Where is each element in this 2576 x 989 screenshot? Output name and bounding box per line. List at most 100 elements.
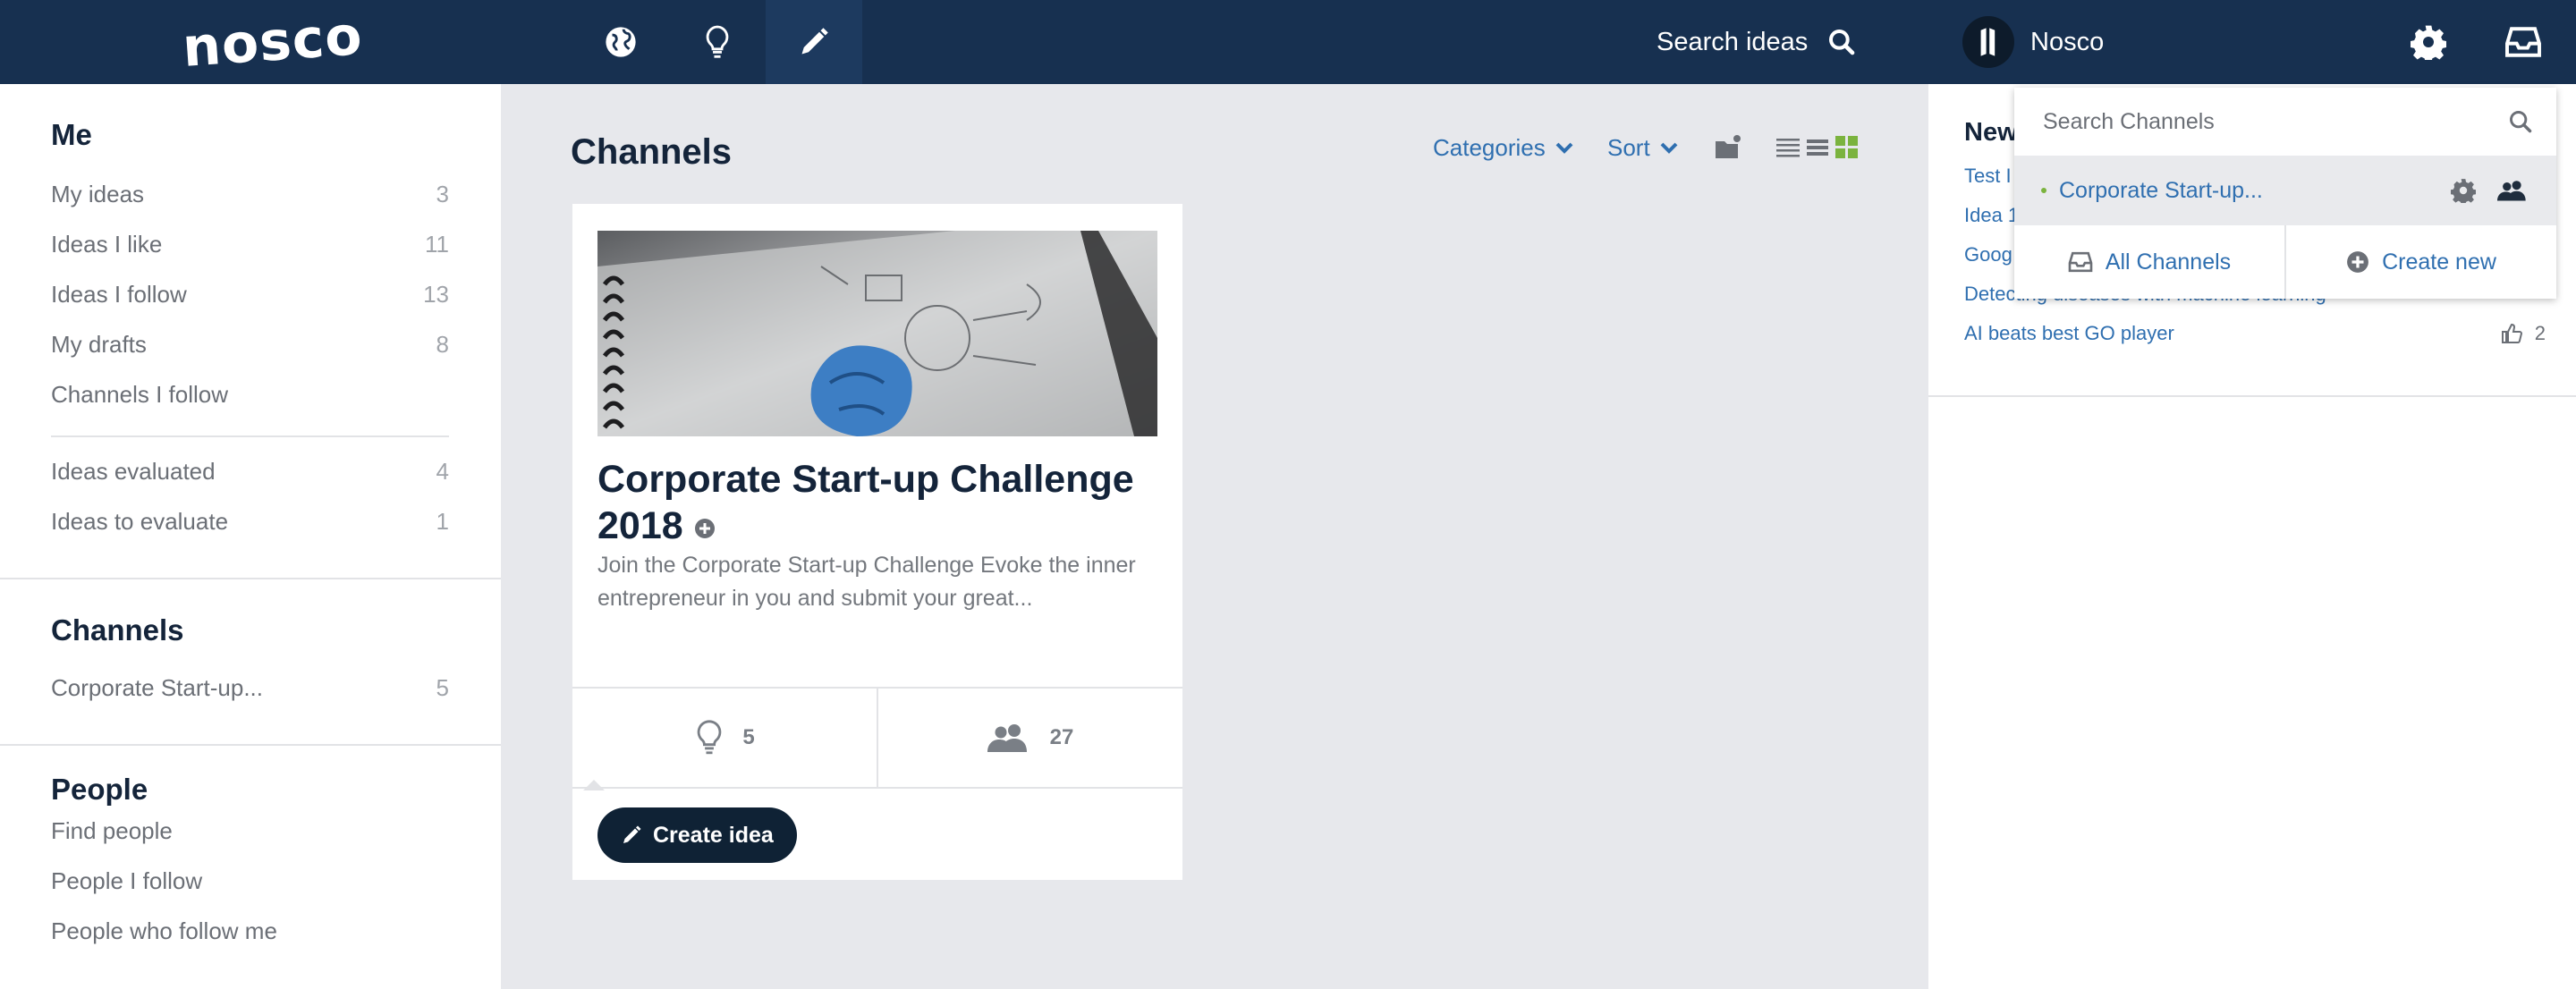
people-icon xyxy=(987,724,1027,752)
create-new-channel-button[interactable]: Create new xyxy=(2284,225,2556,299)
sidebar-item-label: My ideas xyxy=(51,181,145,207)
sort-dropdown[interactable]: Sort xyxy=(1607,132,1679,163)
sidebar-item-label: My drafts xyxy=(51,331,147,358)
sidebar-item-ideas-i-like[interactable]: Ideas I like 11 xyxy=(51,231,449,258)
sidebar-item-label: Ideas evaluated xyxy=(51,458,216,485)
sidebar-item-people-i-follow[interactable]: People I follow xyxy=(51,867,449,895)
left-sidebar: Me My ideas 3 Ideas I like 11 Ideas I fo… xyxy=(0,84,501,989)
likes-count: 2 xyxy=(2534,322,2546,344)
channels-inbox-button[interactable] xyxy=(2492,0,2555,84)
sidebar-item-people-who-follow-me[interactable]: People who follow me xyxy=(51,917,449,945)
sidebar-item-ideas-i-follow[interactable]: Ideas I follow 13 xyxy=(51,281,449,309)
channel-title[interactable]: Corporate Start-up Challenge 2018 xyxy=(597,456,1157,549)
categories-label: Categories xyxy=(1433,133,1546,161)
channel-cover-image[interactable] xyxy=(597,231,1157,436)
grid-view-icon xyxy=(1835,136,1858,158)
compact-list-icon xyxy=(1807,139,1828,156)
chevron-down-icon xyxy=(1555,142,1573,154)
nosco-logo[interactable]: nosco xyxy=(181,4,365,80)
sidebar-item-my-drafts[interactable]: My drafts 8 xyxy=(51,331,449,359)
search-icon xyxy=(1829,30,1855,55)
news-item-label: AI beats best GO player xyxy=(1964,322,2174,344)
plus-circle-icon xyxy=(2347,251,2368,273)
channel-description: Join the Corporate Start-up Challenge Ev… xyxy=(597,553,1136,611)
lightbulb-icon xyxy=(697,720,722,755)
channel-card[interactable]: Corporate Start-up Challenge 2018 Join t… xyxy=(572,204,1182,880)
sort-label: Sort xyxy=(1607,133,1650,161)
globe-icon xyxy=(606,27,636,57)
settings-button[interactable] xyxy=(2397,0,2460,84)
create-idea-button[interactable]: Create idea xyxy=(597,807,797,863)
gear-icon xyxy=(2411,25,2446,60)
sidebar-item-count: 5 xyxy=(436,674,449,701)
compact-list-view-button[interactable] xyxy=(1807,132,1828,163)
active-bullet xyxy=(2041,188,2046,193)
stat-pointer xyxy=(583,780,605,790)
sidebar-item-label: Corporate Start-up... xyxy=(51,674,263,701)
plus-circle-icon[interactable] xyxy=(694,518,716,539)
sidebar-item-label: Ideas I follow xyxy=(51,281,187,308)
explore-nav-button[interactable] xyxy=(572,0,669,84)
news-item-label: Goog xyxy=(1964,243,2012,266)
categories-dropdown[interactable]: Categories xyxy=(1433,132,1574,163)
sidebar-item-label: Find people xyxy=(51,817,173,844)
news-item-label: Test I xyxy=(1964,165,2012,187)
top-navigation-bar: nosco Search ideas Nosco xyxy=(0,0,2576,84)
search-channels-field[interactable]: Search Channels xyxy=(2014,88,2556,156)
sidebar-item-count: 3 xyxy=(436,181,449,207)
list-view-icon xyxy=(1776,139,1800,157)
channel-title-text: Corporate Start-up Challenge 2018 xyxy=(597,458,1134,547)
sidebar-item-count: 4 xyxy=(436,458,449,485)
members-count-stat[interactable]: 27 xyxy=(877,689,1182,787)
likes: 2 xyxy=(2501,322,2546,345)
search-ideas-button[interactable]: Search ideas xyxy=(1657,0,1856,84)
folder-settings-icon xyxy=(1716,135,1741,158)
members-icon[interactable] xyxy=(2497,179,2529,202)
search-icon xyxy=(2510,111,2532,133)
sidebar-item-count: 11 xyxy=(425,231,449,258)
sidebar-item-ideas-evaluated[interactable]: Ideas evaluated 4 xyxy=(51,458,449,486)
new-section-title: New xyxy=(1964,118,2018,147)
all-channels-button[interactable]: All Channels xyxy=(2014,225,2284,299)
avatar xyxy=(1962,16,2014,68)
dropdown-channel-item[interactable]: Corporate Start-up... xyxy=(2014,156,2556,225)
thumbs-up-icon xyxy=(2501,323,2522,343)
channels-dropdown: Search Channels Corporate Start-up... Al… xyxy=(2014,88,2556,299)
section-divider xyxy=(0,744,501,746)
ideas-count-stat[interactable]: 5 xyxy=(572,689,877,787)
ideas-count: 5 xyxy=(742,725,755,749)
create-idea-label: Create idea xyxy=(653,822,774,848)
sidebar-item-count: 1 xyxy=(436,508,449,535)
sidebar-item-corporate-startup[interactable]: Corporate Start-up... 5 xyxy=(51,674,449,702)
sidebar-item-my-ideas[interactable]: My ideas 3 xyxy=(51,181,449,208)
page-title: Channels xyxy=(571,132,733,172)
list-view-button[interactable] xyxy=(1776,132,1800,163)
create-new-label: Create new xyxy=(2382,249,2496,275)
nosco-mark-icon xyxy=(1980,28,1996,56)
create-nav-button[interactable] xyxy=(766,0,862,84)
section-divider xyxy=(0,578,501,579)
chevron-down-icon xyxy=(1660,142,1678,154)
ideas-nav-button[interactable] xyxy=(669,0,766,84)
sidebar-item-channels-i-follow[interactable]: Channels I follow xyxy=(51,381,449,409)
dropdown-actions: All Channels Create new xyxy=(2014,225,2556,299)
pencil-icon xyxy=(801,28,828,55)
user-name: Nosco xyxy=(2030,27,2105,56)
folder-filter-button[interactable] xyxy=(1714,132,1742,163)
members-count: 27 xyxy=(1049,725,1074,749)
sidebar-item-count: 8 xyxy=(436,331,449,358)
me-section-title: Me xyxy=(51,118,92,151)
sidebar-item-label: Channels I follow xyxy=(51,381,228,408)
news-item[interactable]: AI beats best GO player 2 xyxy=(1964,322,2546,345)
divider xyxy=(51,435,449,437)
sidebar-item-count: 13 xyxy=(423,281,449,308)
search-channels-placeholder: Search Channels xyxy=(2043,108,2215,134)
grid-view-button[interactable] xyxy=(1835,132,1859,163)
user-menu[interactable]: Nosco xyxy=(1962,0,2104,84)
people-section-title: People xyxy=(51,773,148,806)
sidebar-item-ideas-to-evaluate[interactable]: Ideas to evaluate 1 xyxy=(51,508,449,536)
sidebar-item-find-people[interactable]: Find people xyxy=(51,817,449,845)
gear-icon[interactable] xyxy=(2451,178,2476,203)
crumpled-paper-notebook-image xyxy=(597,231,1157,436)
search-ideas-label: Search ideas xyxy=(1657,27,1809,56)
